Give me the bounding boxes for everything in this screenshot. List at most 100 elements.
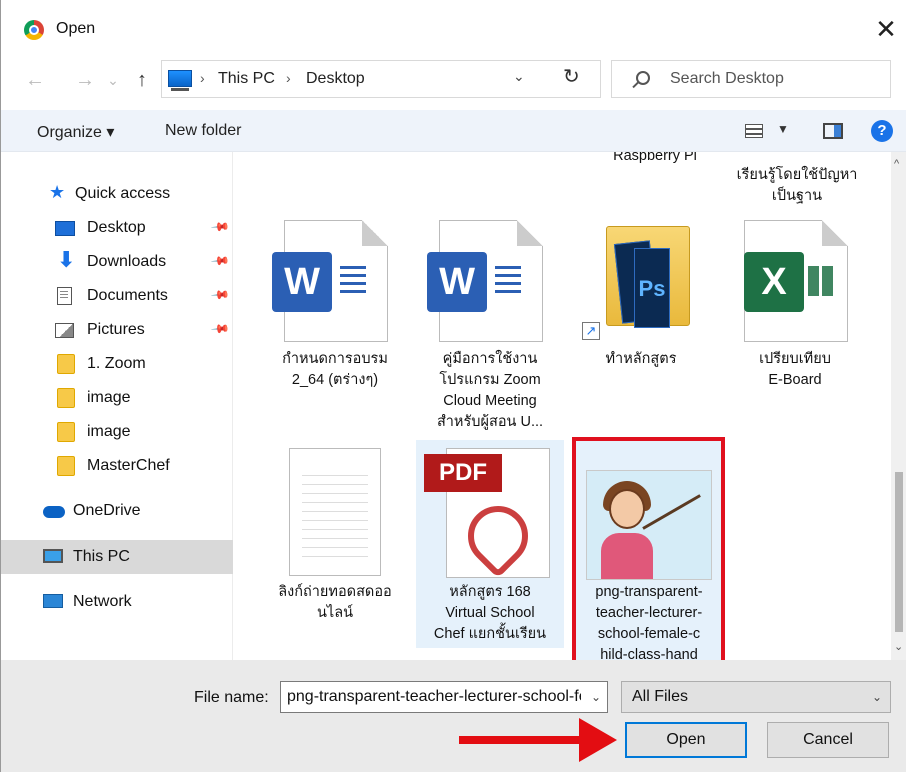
view-options-dropdown-icon[interactable]: ▼: [777, 122, 789, 136]
sidebar-item-label: image: [87, 389, 131, 406]
file-label: โปรแกรม Zoom: [439, 372, 541, 388]
scroll-thumb[interactable]: [895, 472, 903, 632]
forward-button[interactable]: →: [73, 66, 97, 94]
file-label: E-Board: [768, 372, 822, 388]
navigation-pane: ★ Quick access Desktop 📌 ⬇ Downloads 📌 D…: [1, 152, 233, 660]
change-view-icon[interactable]: [745, 124, 763, 138]
close-button[interactable]: ✕: [869, 12, 903, 46]
dialog-title: Open: [56, 20, 96, 37]
up-button[interactable]: ↑: [129, 66, 155, 94]
file-label: เปรียบเทียบ: [759, 351, 831, 367]
partial-file-label[interactable]: เป็นฐาน: [726, 186, 868, 207]
file-type-value: All Files: [632, 688, 689, 705]
sidebar-item-network[interactable]: Network: [1, 585, 233, 619]
file-list[interactable]: Raspberry Pi เรียนรู้โดยใช้ปัญหา เป็นฐาน…: [234, 152, 891, 660]
pin-icon[interactable]: 📌: [210, 251, 230, 271]
sidebar-item-quick-access[interactable]: ★ Quick access: [1, 177, 233, 211]
sidebar-item-label: MasterChef: [87, 457, 170, 474]
sidebar-item-masterchef[interactable]: MasterChef: [1, 449, 233, 483]
file-item-text-livestream[interactable]: ลิงก์ถ่ายทอดสดออ นไลน์: [264, 442, 406, 642]
back-button[interactable]: ←: [23, 66, 47, 94]
open-file-dialog: Open ✕ ← → ⌄ ↑ › This PC › Desktop ⌄ ↻ S…: [0, 0, 906, 772]
breadcrumb-this-pc[interactable]: This PC: [218, 70, 275, 88]
file-label: 2_64 (ตร่างๆ): [291, 372, 379, 388]
text-document-icon: [289, 448, 381, 576]
file-name-input[interactable]: png-transparent-teacher-lecturer-school-…: [280, 681, 608, 713]
pin-icon[interactable]: 📌: [210, 319, 230, 339]
sidebar-item-label: Downloads: [87, 253, 167, 270]
highlight-box: [572, 437, 725, 670]
text-lines-icon: [340, 266, 366, 296]
command-bar: Organize ▾ New folder ▼ ?: [1, 110, 906, 152]
folder-icon: [57, 388, 75, 408]
file-label: ทำหลักสูตร: [605, 351, 677, 367]
file-label: คู่มือการใช้งาน: [442, 351, 538, 367]
sidebar-item-downloads[interactable]: ⬇ Downloads 📌: [1, 245, 233, 279]
file-label: ลิงก์ถ่ายทอดสดออ: [278, 584, 392, 600]
sidebar-item-label: Documents: [87, 287, 168, 304]
excel-icon: X: [744, 252, 804, 312]
refresh-button[interactable]: ↻: [563, 64, 580, 89]
search-icon: [636, 71, 650, 85]
word-icon: W: [272, 252, 332, 312]
word-icon: W: [427, 252, 487, 312]
spreadsheet-grid-icon: [808, 266, 834, 296]
pc-icon: [43, 549, 63, 563]
documents-icon: [57, 287, 72, 305]
organize-button[interactable]: Organize ▾: [37, 122, 114, 142]
sidebar-item-label: image: [87, 423, 131, 440]
preview-pane-icon[interactable]: [823, 123, 843, 139]
file-item-folder-shortcut[interactable]: Ps ↗ ทำหลักสูตร: [570, 214, 712, 367]
sidebar-item-documents[interactable]: Documents 📌: [1, 279, 233, 313]
sidebar-item-label: Quick access: [75, 185, 171, 202]
pictures-icon: [55, 323, 74, 338]
sidebar-item-pictures[interactable]: Pictures 📌: [1, 313, 233, 347]
search-box[interactable]: Search Desktop: [611, 60, 891, 98]
address-bar[interactable]: › This PC › Desktop: [161, 60, 601, 98]
sidebar-item-onedrive[interactable]: OneDrive: [1, 494, 233, 528]
file-label: Virtual School: [445, 605, 535, 621]
partial-file-label[interactable]: Raspberry Pi: [584, 152, 726, 167]
breadcrumb-separator-icon: ›: [200, 70, 205, 86]
breadcrumb-desktop[interactable]: Desktop: [306, 70, 365, 88]
sidebar-item-image[interactable]: image: [1, 415, 233, 449]
red-arrow: [459, 736, 583, 744]
red-arrow-head: [579, 718, 617, 762]
file-item-pdf-curriculum[interactable]: PDF หลักสูตร 168 Virtual School Chef แยก…: [416, 440, 564, 648]
scroll-up-icon[interactable]: ^: [894, 158, 899, 170]
chevron-down-icon: ⌄: [871, 690, 882, 704]
address-dropdown-icon[interactable]: ⌄: [513, 68, 525, 85]
chevron-down-icon[interactable]: ⌄: [591, 690, 601, 704]
sidebar-item-label: Network: [73, 593, 132, 610]
recent-locations-button[interactable]: ⌄: [105, 66, 121, 94]
sidebar-item-label: OneDrive: [73, 502, 141, 519]
pin-icon[interactable]: 📌: [210, 285, 230, 305]
scroll-down-icon[interactable]: ⌄: [894, 640, 903, 653]
breadcrumb-separator-icon: ›: [286, 70, 291, 86]
file-label: Chef แยกชั้นเรียน: [433, 626, 547, 642]
file-type-select[interactable]: All Files ⌄: [621, 681, 891, 713]
help-icon[interactable]: ?: [871, 120, 893, 142]
desktop-icon: [55, 221, 75, 236]
open-button[interactable]: Open: [625, 722, 747, 758]
new-folder-button[interactable]: New folder: [165, 122, 241, 140]
folder-icon: [57, 354, 75, 374]
sidebar-item-image[interactable]: image: [1, 381, 233, 415]
star-icon: ★: [49, 182, 66, 202]
file-name-label: File name:: [194, 689, 269, 706]
folder-icon: [57, 456, 75, 476]
sidebar-item-1-zoom[interactable]: 1. Zoom: [1, 347, 233, 381]
pin-icon[interactable]: 📌: [210, 217, 230, 237]
sidebar-item-desktop[interactable]: Desktop 📌: [1, 211, 233, 245]
cancel-button[interactable]: Cancel: [767, 722, 889, 758]
file-item-word-schedule[interactable]: W กำหนดการอบรม 2_64 (ตร่างๆ): [264, 214, 406, 388]
sidebar-item-this-pc[interactable]: This PC: [1, 540, 233, 574]
file-label: กำหนดการอบรม: [282, 351, 388, 367]
vertical-scrollbar[interactable]: ^ ⌄: [891, 152, 906, 660]
search-placeholder: Search Desktop: [670, 70, 784, 87]
file-item-excel-eboard[interactable]: X เปรียบเทียบ E-Board: [724, 214, 866, 388]
partial-file-label[interactable]: เรียนรู้โดยใช้ปัญหา: [726, 165, 868, 186]
file-item-word-zoom-manual[interactable]: W คู่มือการใช้งาน โปรแกรม Zoom Cloud Mee…: [419, 214, 561, 430]
sidebar-item-label: Desktop: [87, 219, 146, 236]
folder-icon: [57, 422, 75, 442]
